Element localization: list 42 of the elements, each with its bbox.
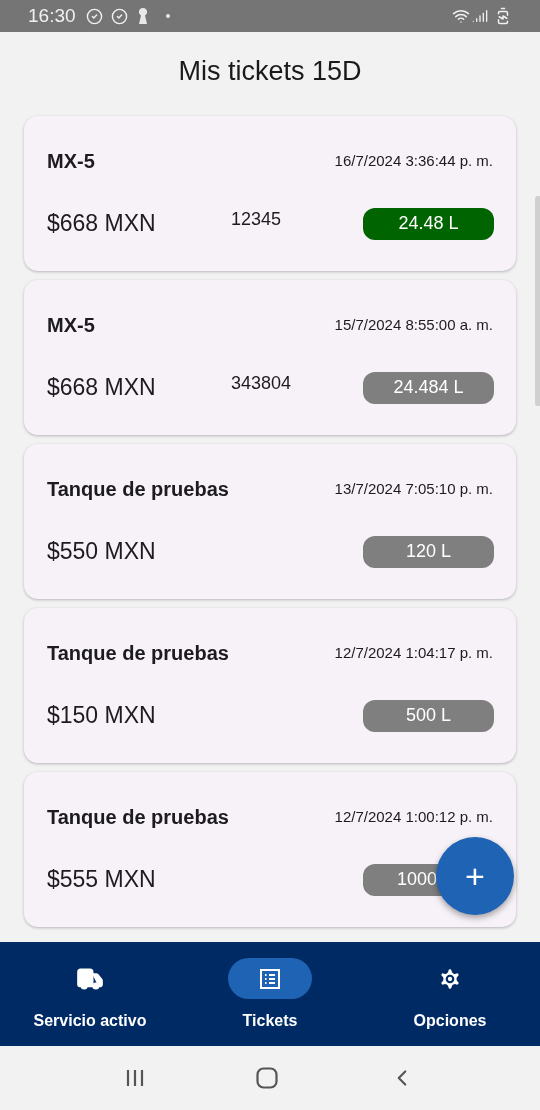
status-time: 16:30: [28, 3, 76, 28]
ticket-folio: 343804: [231, 372, 292, 395]
ticket-name: Tanque de pruebas: [47, 641, 229, 667]
ticket-amount: $150 MXN: [47, 701, 157, 731]
nav-tab[interactable]: Servicio activo: [0, 942, 180, 1046]
liters-badge: 500 L: [363, 699, 494, 732]
ticket-name: Tanque de pruebas: [47, 477, 229, 503]
ticket-amount: $550 MXN: [47, 537, 157, 567]
home-icon[interactable]: [256, 1067, 278, 1089]
ticket-amount: $668 MXN: [47, 373, 157, 403]
ticket-date: 13/7/2024 7:05:10 p. m.: [334, 479, 493, 499]
nav-label: Opciones: [413, 1011, 487, 1031]
ticket-date: 12/7/2024 1:04:17 p. m.: [334, 643, 493, 663]
nav-tab[interactable]: Opciones: [360, 942, 540, 1046]
liters-badge: 24.48 L: [363, 207, 494, 240]
keyhole-icon: [137, 8, 148, 24]
nav-tab[interactable]: Tickets: [180, 942, 360, 1046]
ticket-date: 15/7/2024 8:55:00 a. m.: [334, 315, 493, 335]
ticket-amount: $555 MXN: [47, 865, 157, 895]
ticket-name: Tanque de pruebas: [47, 805, 229, 831]
ticket-name: MX-5: [47, 313, 95, 339]
signal-icon: [472, 8, 488, 24]
nav-label: Servicio activo: [33, 1011, 147, 1031]
page-title: Mis tickets 15D: [178, 54, 362, 88]
liters-badge: 24.484 L: [363, 371, 494, 404]
dot-icon: [165, 14, 170, 18]
ticket-amount: $668 MXN: [47, 209, 157, 239]
ticket-card[interactable]: Tanque de pruebas 13/7/2024 7:05:10 p. m. $550 MXN 120 L: [24, 444, 516, 599]
ticket-folio: 12345: [231, 208, 282, 231]
list-icon: [258, 966, 282, 991]
check-icon: [85, 7, 103, 25]
check-icon: [110, 7, 128, 25]
ticket-date: 12/7/2024 1:00:12 p. m.: [334, 807, 493, 827]
recent-apps-icon[interactable]: [125, 1068, 146, 1088]
liters-badge: 120 L: [363, 535, 494, 568]
ticket-card[interactable]: Tanque de pruebas 12/7/2024 1:04:17 p. m. $150 MXN 500 L: [24, 608, 516, 763]
ticket-name: MX-5: [47, 149, 95, 175]
wifi-icon: [452, 7, 470, 25]
nav-label: Tickets: [242, 1011, 298, 1031]
ticket-card[interactable]: MX-5 15/7/2024 8:55:00 a. m. $668 MXN 343804 24.484 L: [24, 280, 516, 435]
ticket-date: 16/7/2024 3:36:44 p. m.: [334, 151, 493, 171]
ticket-card[interactable]: MX-5 16/7/2024 3:36:44 p. m. $668 MXN 12345 24.48 L: [24, 116, 516, 271]
